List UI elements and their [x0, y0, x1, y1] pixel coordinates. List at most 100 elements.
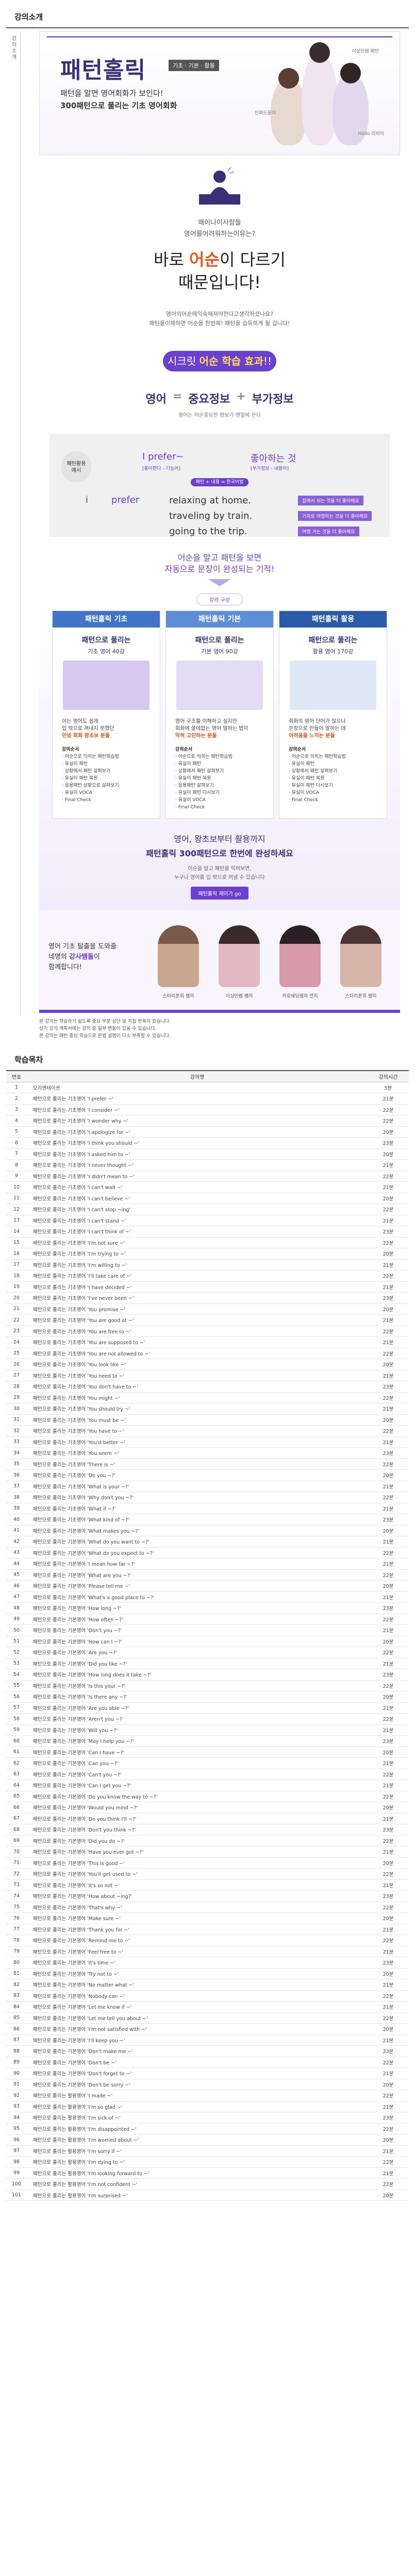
row-lecture-name[interactable]: 패턴으로 풀리는 기본영어 'Are you ~?': [27, 1647, 368, 1658]
table-row[interactable]: 2 패턴으로 풀리는 기초영어 'I prefer ~' 21분: [6, 1093, 409, 1105]
row-lecture-name[interactable]: 패턴으로 풀리는 기초영어 'I can't think of ~': [27, 1226, 368, 1238]
table-row[interactable]: 3 패턴으로 풀리는 기초영어 'I consider ~' 22분: [6, 1104, 409, 1115]
row-lecture-name[interactable]: 패턴으로 풀리는 기초영어 'I can't believe ~': [27, 1193, 368, 1204]
row-lecture-name[interactable]: 패턴으로 풀리는 기본영어 'Are you able ~?': [27, 1702, 368, 1714]
row-lecture-name[interactable]: 패턴으로 풀리는 기초영어 'You must be ~': [27, 1414, 368, 1426]
table-row[interactable]: 80 패턴으로 풀리는 기본영어 'It's time ~' 23분: [6, 1957, 409, 1969]
table-row[interactable]: 61 패턴으로 풀리는 기본영어 'Can I have ~?' 20분: [6, 1747, 409, 1758]
table-row[interactable]: 97 패턴으로 풀리는 활용영어 'I'm sorry if ~' 21분: [6, 2145, 409, 2157]
row-lecture-name[interactable]: 패턴으로 풀리는 기초영어 'I'm trying to ~': [27, 1248, 368, 1260]
row-lecture-name[interactable]: 패턴으로 풀리는 기본영어 'Aren't you ~?': [27, 1713, 368, 1725]
table-row[interactable]: 73 패턴으로 풀리는 기본영어 'It's so not ~' 21분: [6, 1879, 409, 1891]
table-row[interactable]: 20 패턴으로 풀리는 기초영어 'I've never been ~' 23분: [6, 1292, 409, 1304]
table-row[interactable]: 78 패턴으로 풀리는 기본영어 'Remind me to ~' 22분: [6, 1935, 409, 1946]
table-row[interactable]: 47 패턴으로 풀리는 기본영어 'What's a good place to …: [6, 1591, 409, 1603]
row-lecture-name[interactable]: 패턴으로 풀리는 기초영어 'You'd better ~': [27, 1436, 368, 1448]
row-lecture-name[interactable]: 패턴으로 풀리는 기초영어 'There is ~': [27, 1459, 368, 1470]
row-lecture-name[interactable]: 패턴으로 풀리는 기본영어 'No matter what ~': [27, 1979, 368, 1991]
table-row[interactable]: 83 패턴으로 풀리는 기본영어 'Nobody can ~' 22분: [6, 1990, 409, 2002]
table-row[interactable]: 30 패턴으로 풀리는 기초영어 'You should try ~' 21분: [6, 1403, 409, 1415]
table-row[interactable]: 86 패턴으로 풀리는 기본영어 'I'm not satisfied with …: [6, 2023, 409, 2035]
table-row[interactable]: 92 패턴으로 풀리는 활용영어 'I made ~' 22분: [6, 2090, 409, 2102]
row-lecture-name[interactable]: 패턴으로 풀리는 기본영어 'Can I have ~?': [27, 1747, 368, 1758]
row-lecture-name[interactable]: 패턴으로 풀리는 기초영어 'I wonder why ~': [27, 1115, 368, 1127]
table-row[interactable]: 44 패턴으로 풀리는 기본영어 'I mean how far ~?' 21분: [6, 1558, 409, 1570]
table-row[interactable]: 49 패턴으로 풀리는 기본영어 'How often ~?' 22분: [6, 1614, 409, 1625]
row-lecture-name[interactable]: 패턴으로 풀리는 기초영어 'I asked him to ~': [27, 1148, 368, 1160]
table-row[interactable]: 89 패턴으로 풀리는 기본영어 'Don't be ~' 22분: [6, 2057, 409, 2068]
table-row[interactable]: 14 패턴으로 풀리는 기초영어 'I can't think of ~' 23분: [6, 1226, 409, 1238]
row-lecture-name[interactable]: 패턴으로 풀리는 활용영어 'I'm sick of ~': [27, 2112, 368, 2124]
row-lecture-name[interactable]: 패턴으로 풀리는 기본영어 'How often ~?': [27, 1614, 368, 1625]
row-lecture-name[interactable]: 패턴으로 풀리는 기본영어 'I'll keep you ~': [27, 2035, 368, 2046]
table-row[interactable]: 84 패턴으로 풀리는 기본영어 'Let me know if ~' 21분: [6, 2001, 409, 2013]
table-row[interactable]: 59 패턴으로 풀리는 기본영어 'Will you ~?' 21분: [6, 1724, 409, 1736]
table-row[interactable]: 12 패턴으로 풀리는 기초영어 'I can't stop ~ing' 22분: [6, 1204, 409, 1215]
table-row[interactable]: 81 패턴으로 풀리는 기본영어 'Try not to ~' 20분: [6, 1968, 409, 1979]
table-row[interactable]: 7 패턴으로 풀리는 기초영어 'I asked him to ~' 20분: [6, 1148, 409, 1160]
row-lecture-name[interactable]: 패턴으로 풀리는 활용영어 'I made ~': [27, 2090, 368, 2102]
row-lecture-name[interactable]: 패턴으로 풀리는 기초영어 'I'm willing to ~': [27, 1259, 368, 1270]
row-lecture-name[interactable]: 패턴으로 풀리는 기초영어 'You need to ~': [27, 1370, 368, 1381]
table-row[interactable]: 19 패턴으로 풀리는 기초영어 'I have decided ~' 21분: [6, 1281, 409, 1293]
row-lecture-name[interactable]: 패턴으로 풀리는 기초영어 'I can't wait ~': [27, 1181, 368, 1193]
table-row[interactable]: 85 패턴으로 풀리는 기본영어 'Let me tell you about ~…: [6, 2012, 409, 2024]
table-row[interactable]: 90 패턴으로 풀리는 기본영어 'Don't forget to ~' 21분: [6, 2067, 409, 2079]
table-row[interactable]: 36 패턴으로 풀리는 기초영어 'Do you ~?' 20분: [6, 1469, 409, 1481]
table-row[interactable]: 68 패턴으로 풀리는 기본영어 'Don't you think ~?' 23분: [6, 1824, 409, 1836]
row-lecture-name[interactable]: 패턴으로 풀리는 활용영어 'I'm dying to ~': [27, 2156, 368, 2168]
table-row[interactable]: 16 패턴으로 풀리는 기초영어 'I'm trying to ~' 20분: [6, 1248, 409, 1260]
table-row[interactable]: 82 패턴으로 풀리는 기본영어 'No matter what ~' 21분: [6, 1979, 409, 1991]
row-lecture-name[interactable]: 패턴으로 풀리는 기본영어 'Did you like ~?': [27, 1658, 368, 1669]
table-row[interactable]: 95 패턴으로 풀리는 활용영어 'I'm disappointed ~' 22분: [6, 2123, 409, 2134]
row-lecture-name[interactable]: 패턴으로 풀리는 기본영어 'Can't you ~?': [27, 1769, 368, 1780]
row-lecture-name[interactable]: 패턴으로 풀리는 기본영어 'How about ~ing?': [27, 1890, 368, 1902]
row-lecture-name[interactable]: 패턴으로 풀리는 기본영어 'It's so not ~': [27, 1879, 368, 1891]
table-row[interactable]: 74 패턴으로 풀리는 기본영어 'How about ~ing?' 23분: [6, 1890, 409, 1902]
row-lecture-name[interactable]: 패턴으로 풀리는 기초영어 'You are supposed to ~': [27, 1336, 368, 1348]
row-lecture-name[interactable]: 패턴으로 풀리는 기본영어 'Feel free to ~': [27, 1946, 368, 1957]
row-lecture-name[interactable]: 패턴으로 풀리는 기초영어 'What is your ~?': [27, 1481, 368, 1492]
row-lecture-name[interactable]: 패턴으로 풀리는 기본영어 'It's time ~': [27, 1957, 368, 1969]
table-row[interactable]: 70 패턴으로 풀리는 기본영어 'Have you ever got ~?' 21…: [6, 1846, 409, 1858]
row-lecture-name[interactable]: 패턴으로 풀리는 활용영어 'I'm worried about ~': [27, 2134, 368, 2146]
table-row[interactable]: 43 패턴으로 풀리는 기본영어 'What do you expect to ~…: [6, 1547, 409, 1558]
row-lecture-name[interactable]: 패턴으로 풀리는 기본영어 'What do you expect to ~?': [27, 1547, 368, 1558]
row-lecture-name[interactable]: 패턴으로 풀리는 기초영어 'You are not allowed to ~': [27, 1348, 368, 1359]
table-row[interactable]: 98 패턴으로 풀리는 활용영어 'I'm dying to ~' 22분: [6, 2156, 409, 2168]
row-lecture-name[interactable]: 패턴으로 풀리는 기초영어 'Do you ~?': [27, 1469, 368, 1481]
table-row[interactable]: 42 패턴으로 풀리는 기본영어 'What do you want to ~?'…: [6, 1536, 409, 1548]
table-row[interactable]: 10 패턴으로 풀리는 기초영어 'I can't wait ~' 21분: [6, 1181, 409, 1193]
row-lecture-name[interactable]: 패턴으로 풀리는 기본영어 'What makes you ~?': [27, 1525, 368, 1536]
row-lecture-name[interactable]: 패턴으로 풀리는 기본영어 'What do you want to ~?': [27, 1536, 368, 1548]
row-lecture-name[interactable]: 패턴으로 풀리는 활용영어 'I'm so glad ~': [27, 2101, 368, 2112]
table-row[interactable]: 93 패턴으로 풀리는 활용영어 'I'm so glad ~' 21분: [6, 2101, 409, 2112]
table-row[interactable]: 94 패턴으로 풀리는 활용영어 'I'm sick of ~' 23분: [6, 2112, 409, 2124]
row-lecture-name[interactable]: 패턴으로 풀리는 기본영어 'I'm not satisfied with ~': [27, 2023, 368, 2035]
row-lecture-name[interactable]: 패턴으로 풀리는 기초영어 'You seem ~': [27, 1447, 368, 1459]
table-row[interactable]: 52 패턴으로 풀리는 기본영어 'Are you ~?' 22분: [6, 1647, 409, 1658]
row-lecture-name[interactable]: 패턴으로 풀리는 기본영어 'Let me tell you about ~': [27, 2012, 368, 2024]
table-row[interactable]: 55 패턴으로 풀리는 기본영어 'Is this your ~?' 22분: [6, 1680, 409, 1691]
row-lecture-name[interactable]: 패턴으로 풀리는 활용영어 'I'm not confident ~': [27, 2178, 368, 2190]
row-lecture-name[interactable]: 패턴으로 풀리는 기본영어 'Nobody can ~': [27, 1990, 368, 2002]
table-row[interactable]: 60 패턴으로 풀리는 기본영어 'May I help you ~?' 23분: [6, 1735, 409, 1747]
row-lecture-name[interactable]: 패턴으로 풀리는 기초영어 'I have decided ~': [27, 1281, 368, 1293]
table-row[interactable]: 72 패턴으로 풀리는 기본영어 'You'll get used to ~' 22…: [6, 1868, 409, 1880]
table-row[interactable]: 26 패턴으로 풀리는 기초영어 'You look like ~' 20분: [6, 1359, 409, 1370]
table-row[interactable]: 65 패턴으로 풀리는 기본영어 'Do you know the way to …: [6, 1791, 409, 1802]
row-lecture-name[interactable]: 패턴으로 풀리는 기본영어 'Thank you for ~': [27, 1924, 368, 1935]
row-lecture-name[interactable]: 패턴으로 풀리는 기본영어 'Is this your ~?': [27, 1680, 368, 1691]
row-lecture-name[interactable]: 패턴으로 풀리는 기본영어 'Don't be sorry ~': [27, 2079, 368, 2090]
row-lecture-name[interactable]: 패턴으로 풀리는 기본영어 'Don't you think ~?': [27, 1824, 368, 1836]
table-row[interactable]: 4 패턴으로 풀리는 기초영어 'I wonder why ~' 22분: [6, 1115, 409, 1127]
row-lecture-name[interactable]: 패턴으로 풀리는 기초영어 'I've never been ~': [27, 1292, 368, 1304]
table-row[interactable]: 39 패턴으로 풀리는 기초영어 'What if ~?' 21분: [6, 1503, 409, 1514]
table-row[interactable]: 67 패턴으로 풀리는 기본영어 'Do you think I'll ~?' 21…: [6, 1813, 409, 1824]
table-row[interactable]: 21 패턴으로 풀리는 기초영어 'You promise ~' 20분: [6, 1303, 409, 1315]
row-lecture-name[interactable]: 패턴으로 풀리는 기본영어 'How can I ~?': [27, 1636, 368, 1647]
table-row[interactable]: 9 패턴으로 풀리는 기초영어 'I didn't mean to ~' 22분: [6, 1171, 409, 1182]
table-row[interactable]: 66 패턴으로 풀리는 기본영어 'Would you mind ~?' 20분: [6, 1802, 409, 1814]
table-row[interactable]: 54 패턴으로 풀리는 기본영어 'How long does it take ~…: [6, 1669, 409, 1681]
table-row[interactable]: 15 패턴으로 풀리는 기초영어 'I'm not sure ~' 22분: [6, 1237, 409, 1248]
